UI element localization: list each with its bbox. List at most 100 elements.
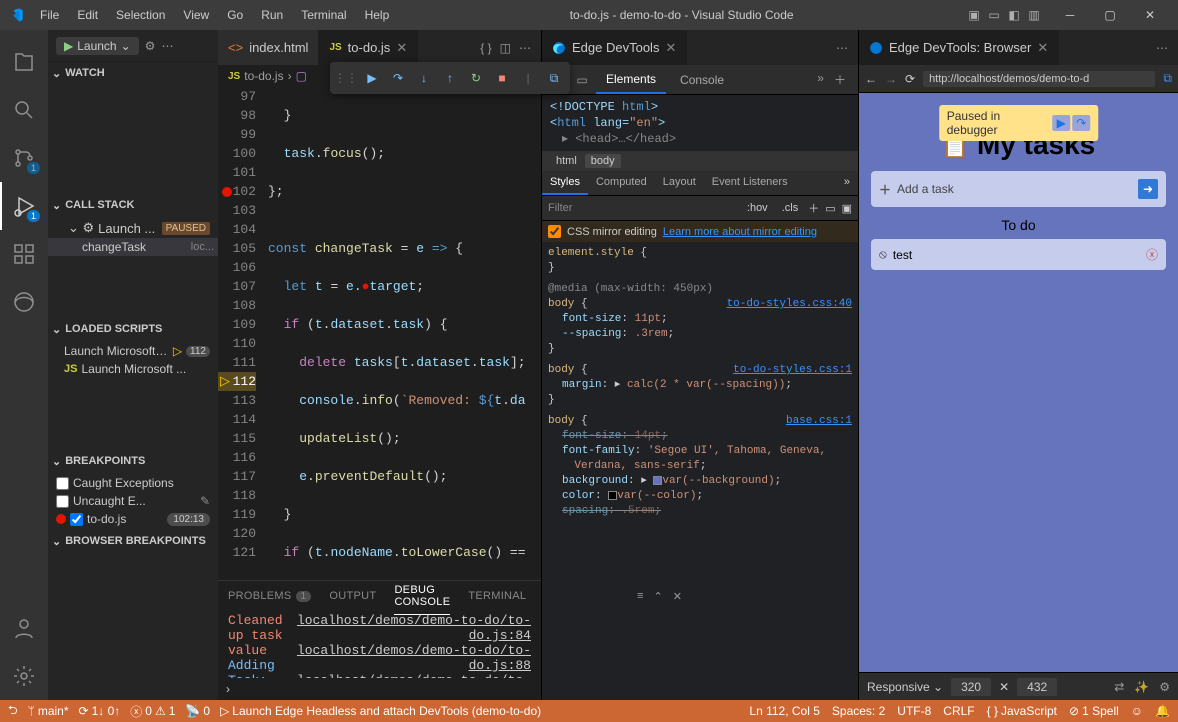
close-tab-icon[interactable]: ✕ xyxy=(396,40,407,56)
computed-tab[interactable]: Computed xyxy=(588,171,655,195)
source-link[interactable]: localhost/demos/demo-to-do/to-do.js:84 xyxy=(283,613,531,643)
menu-terminal[interactable]: Terminal xyxy=(293,4,354,26)
step-icon[interactable]: ↷ xyxy=(1072,115,1090,131)
dom-breadcrumbs[interactable]: html body xyxy=(542,151,858,171)
indent[interactable]: Spaces: 2 xyxy=(832,704,885,718)
close-panel-icon[interactable]: ✕ xyxy=(673,590,682,603)
cls-toggle[interactable]: .cls xyxy=(778,200,803,216)
computed-styles-icon[interactable]: ▭ xyxy=(825,202,835,215)
width-input[interactable]: 320 xyxy=(951,678,991,696)
watch-section[interactable]: ⌄WATCH xyxy=(48,62,218,84)
more-icon[interactable]: ⋯ xyxy=(836,41,848,55)
split-editor-icon[interactable]: ◫ xyxy=(500,41,511,55)
customize-layout-icon[interactable]: ▥ xyxy=(1026,7,1042,23)
output-tab[interactable]: OUTPUT xyxy=(329,584,376,608)
toggle-panel-icon[interactable]: ▭ xyxy=(986,7,1002,23)
bp-uncaught-exceptions[interactable]: Uncaught E...✎ xyxy=(48,492,218,510)
toggle-primary-sidebar-icon[interactable]: ▣ xyxy=(966,7,982,23)
problems-tab[interactable]: PROBLEMS1 xyxy=(228,584,311,608)
step-out-button[interactable]: ↑ xyxy=(438,66,462,90)
accounts-icon[interactable] xyxy=(0,604,48,652)
ports-indicator[interactable]: 📡 0 xyxy=(185,704,210,718)
more-actions-icon[interactable]: ⋯ xyxy=(519,41,531,55)
event-listeners-tab[interactable]: Event Listeners xyxy=(704,171,796,195)
styles-pane[interactable]: element.style {} @media (max-width: 450p… xyxy=(542,242,858,700)
language-mode[interactable]: { } JavaScript xyxy=(987,704,1057,718)
menu-edit[interactable]: Edit xyxy=(69,4,106,26)
close-button[interactable]: ✕ xyxy=(1130,0,1170,30)
edge-tools-icon[interactable] xyxy=(0,278,48,326)
debug-toolbar[interactable]: ⋮⋮ ▶ ↷ ↓ ↑ ↻ ■ | ⧉ xyxy=(330,62,570,94)
emulate-icon[interactable]: ✨ xyxy=(1134,680,1149,694)
callstack-frame[interactable]: changeTask loc... xyxy=(48,238,218,256)
tab-edge-devtools[interactable]: Edge DevTools✕ xyxy=(542,30,687,65)
more-icon[interactable]: ⋯ xyxy=(1156,41,1168,55)
collapse-panel-icon[interactable]: ⌃ xyxy=(653,590,662,603)
breakpoints-section[interactable]: ⌄BREAKPOINTS xyxy=(48,450,218,472)
task-item[interactable]: ⦸ test ⓧ xyxy=(871,239,1166,270)
source-link[interactable]: localhost/demos/demo-to-do/to-do.js:88 xyxy=(283,643,531,673)
launch-config-selector[interactable]: ▶ Launch ⌄ xyxy=(56,37,139,55)
bp-file-row[interactable]: to-do.js102:13 xyxy=(48,510,218,528)
step-into-button[interactable]: ↓ xyxy=(412,66,436,90)
restart-button[interactable]: ↻ xyxy=(464,66,488,90)
run-debug-icon[interactable]: 1 xyxy=(0,182,48,230)
debug-console-input[interactable]: › xyxy=(218,678,541,700)
checkbox[interactable] xyxy=(70,513,83,526)
encoding[interactable]: UTF-8 xyxy=(897,704,931,718)
callstack-thread[interactable]: ⌄ ⚙Launch ... PAUSED xyxy=(48,218,218,238)
menu-help[interactable]: Help xyxy=(357,4,398,26)
styles-filter-input[interactable]: Filter xyxy=(548,202,737,214)
more-icon[interactable]: ⋯ xyxy=(161,39,173,53)
more-tabs-icon[interactable]: » xyxy=(836,171,858,195)
device-icon[interactable]: ⧉ xyxy=(1163,71,1172,86)
menu-go[interactable]: Go xyxy=(219,4,251,26)
maximize-button[interactable]: ▢ xyxy=(1090,0,1130,30)
submit-icon[interactable]: ➜ xyxy=(1138,179,1158,199)
console-tab[interactable]: Console xyxy=(670,67,734,93)
checkbox[interactable] xyxy=(56,477,69,490)
feedback-icon[interactable]: ☺ xyxy=(1131,704,1143,718)
debug-target[interactable]: ▷ Launch Edge Headless and attach DevToo… xyxy=(220,704,541,718)
close-tab-icon[interactable]: ✕ xyxy=(1037,40,1048,56)
css-source-link[interactable]: base.css:1 xyxy=(786,414,852,429)
browser-viewport[interactable]: Paused in debugger ▶↷ 📋 My tasks ＋ Add a… xyxy=(859,93,1178,672)
script-row[interactable]: Launch Microsoft Edg... ▷ 112 xyxy=(48,342,218,360)
source-control-icon[interactable]: 1 xyxy=(0,134,48,182)
elements-tab[interactable]: Elements xyxy=(596,66,666,94)
tab-to-do-js[interactable]: JSto-do.js✕ xyxy=(319,30,418,65)
height-input[interactable]: 432 xyxy=(1017,678,1057,696)
script-row[interactable]: JS Launch Microsoft ... xyxy=(48,360,218,378)
notifications-icon[interactable]: 🔔 xyxy=(1155,704,1170,718)
css-source-link[interactable]: to-do-styles.css:40 xyxy=(727,297,852,312)
git-branch[interactable]: ᛘ main* xyxy=(28,704,69,718)
menu-view[interactable]: View xyxy=(175,4,217,26)
toggle-secondary-sidebar-icon[interactable]: ◧ xyxy=(1006,7,1022,23)
checkbox[interactable] xyxy=(56,495,69,508)
menu-file[interactable]: File xyxy=(32,4,67,26)
minimize-button[interactable]: ─ xyxy=(1050,0,1090,30)
resume-icon[interactable]: ▶ xyxy=(1052,115,1070,131)
responsive-selector[interactable]: Responsive ⌄ xyxy=(867,680,943,694)
problems-indicator[interactable]: ⓧ 0 ⚠ 1 xyxy=(130,703,175,720)
close-tab-icon[interactable]: ✕ xyxy=(665,40,676,56)
add-task-input[interactable]: ＋ Add a task ➜ xyxy=(871,171,1166,207)
gear-icon[interactable]: ⚙ xyxy=(145,39,156,53)
extensions-icon[interactable] xyxy=(0,230,48,278)
edit-icon[interactable]: ✎ xyxy=(200,494,210,508)
drag-grip-icon[interactable]: ⋮⋮ xyxy=(334,66,358,90)
code-editor[interactable]: 9798991001011021031041051061071081091101… xyxy=(218,87,541,580)
cursor-pos[interactable]: Ln 112, Col 5 xyxy=(749,704,820,718)
continue-button[interactable]: ▶ xyxy=(360,66,384,90)
debug-console-output[interactable]: Cleaned up task value Adding Task: test … xyxy=(218,611,541,678)
more-tabs-icon[interactable]: » xyxy=(817,71,824,88)
menu-run[interactable]: Run xyxy=(253,4,291,26)
reload-button[interactable]: ⟳ xyxy=(905,72,915,86)
braces-icon[interactable]: { } xyxy=(480,41,491,55)
back-button[interactable]: ← xyxy=(865,72,877,86)
git-sync[interactable]: ⟳ 1↓ 0↑ xyxy=(79,704,121,718)
spell-check[interactable]: ⊘ 1 Spell xyxy=(1069,704,1119,718)
more-icon[interactable]: ⚙ xyxy=(1159,680,1170,694)
eol[interactable]: CRLF xyxy=(943,704,974,718)
callstack-section[interactable]: ⌄CALL STACK xyxy=(48,194,218,216)
